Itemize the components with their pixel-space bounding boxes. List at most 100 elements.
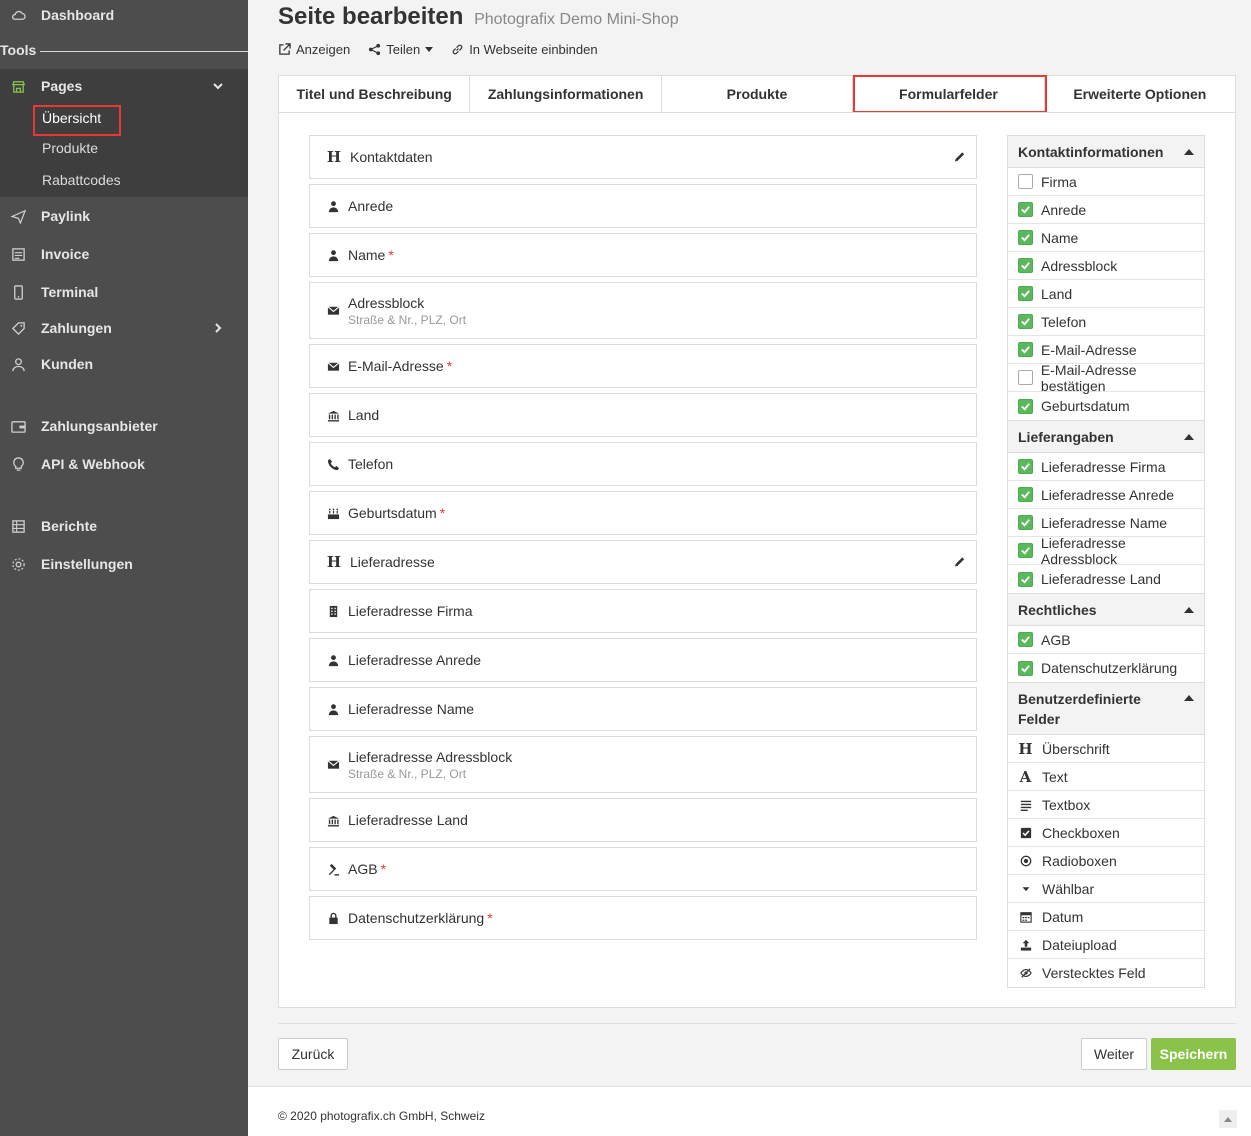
- nav-terminal[interactable]: Terminal: [0, 275, 248, 309]
- tab-produkte[interactable]: Produkte: [661, 76, 854, 112]
- checkbox[interactable]: [1018, 515, 1033, 530]
- custom-field-checkboxen[interactable]: Checkboxen: [1008, 819, 1204, 847]
- group-custom-header[interactable]: Benutzerdefinierte Felder: [1008, 683, 1204, 735]
- option-e-mail-adresse-bestaetigen[interactable]: E-Mail-Adresse bestätigen: [1008, 361, 1204, 394]
- custom-field-verstecktes-feld[interactable]: Verstecktes Feld: [1008, 959, 1204, 987]
- form-panel: H Kontaktdaten Anrede Name * Adressblock Straß…: [278, 112, 1236, 1008]
- form-field-telefon[interactable]: Telefon: [309, 442, 977, 486]
- group-recht-header[interactable]: Rechtliches: [1008, 594, 1204, 626]
- back-button[interactable]: Zurück: [278, 1038, 348, 1070]
- divider: [278, 1023, 1236, 1024]
- option-lieferadresse-firma[interactable]: Lieferadresse Firma: [1008, 453, 1204, 481]
- form-field-datenschutzerklaerung[interactable]: Datenschutzerklärung *: [309, 896, 977, 940]
- form-field-geburtsdatum[interactable]: Geburtsdatum *: [309, 491, 977, 535]
- caret-down-icon: [1018, 881, 1033, 896]
- option-lieferadresse-name[interactable]: Lieferadresse Name: [1008, 509, 1204, 537]
- nav-api-webhook[interactable]: API & Webhook: [0, 447, 248, 481]
- checkbox[interactable]: [1018, 543, 1033, 558]
- option-land[interactable]: Land: [1008, 280, 1204, 308]
- tab-erweiterte-optionen[interactable]: Erweiterte Optionen: [1044, 76, 1236, 112]
- checkbox[interactable]: [1018, 660, 1033, 676]
- form-field-e-mail-adresse[interactable]: E-Mail-Adresse *: [309, 344, 977, 388]
- option-datenschutzerklaerung[interactable]: Datenschutzerklärung: [1008, 654, 1204, 682]
- pencil-icon[interactable]: [953, 556, 966, 569]
- custom-field-radioboxen[interactable]: Radioboxen: [1008, 847, 1204, 875]
- form-field-lieferadresse-firma[interactable]: Lieferadresse Firma: [309, 589, 977, 633]
- checkbox[interactable]: [1018, 258, 1033, 273]
- nav-zahlungsanbieter[interactable]: Zahlungsanbieter: [0, 409, 248, 443]
- form-field-land[interactable]: Land: [309, 393, 977, 437]
- nav-einstellungen-label: Einstellungen: [41, 556, 133, 572]
- nav-dashboard[interactable]: Dashboard: [0, 0, 248, 32]
- einbinden-button[interactable]: In Webseite einbinden: [451, 42, 598, 57]
- form-field-adressblock[interactable]: Adressblock Straße & Nr., PLZ, Ort: [309, 282, 977, 339]
- checkbox[interactable]: [1018, 571, 1033, 587]
- checkbox[interactable]: [1018, 459, 1033, 474]
- tab-zahlungsinformationen[interactable]: Zahlungsinformationen: [470, 76, 662, 112]
- form-field-lieferadresse-name[interactable]: Lieferadresse Name: [309, 687, 977, 731]
- custom-field-waehlbar[interactable]: Wählbar: [1008, 875, 1204, 903]
- form-field-agb[interactable]: AGB *: [309, 847, 977, 891]
- checkbox[interactable]: [1018, 314, 1033, 329]
- nav-pages[interactable]: Pages: [0, 69, 248, 103]
- option-label: Lieferadresse Name: [1041, 514, 1168, 531]
- checkbox[interactable]: [1018, 632, 1033, 647]
- option-lieferadresse-anrede[interactable]: Lieferadresse Anrede: [1008, 481, 1204, 509]
- nav-einstellungen[interactable]: Einstellungen: [0, 547, 248, 581]
- option-lieferadresse-adressblock[interactable]: Lieferadresse Adressblock: [1008, 535, 1204, 567]
- custom-field-textbox[interactable]: Textbox: [1008, 791, 1204, 819]
- custom-field-ueberschrift[interactable]: H Überschrift: [1008, 735, 1204, 763]
- anzeigen-button[interactable]: Anzeigen: [278, 42, 350, 57]
- checkbox[interactable]: [1018, 487, 1033, 502]
- nav-berichte[interactable]: Berichte: [0, 509, 248, 543]
- nav-paylink[interactable]: Paylink: [0, 199, 248, 233]
- option-geburtsdatum[interactable]: Geburtsdatum: [1008, 392, 1204, 420]
- option-e-mail-adresse[interactable]: E-Mail-Adresse: [1008, 336, 1204, 364]
- option-agb[interactable]: AGB: [1008, 626, 1204, 654]
- next-button[interactable]: Weiter: [1081, 1038, 1147, 1070]
- option-lieferadresse-land[interactable]: Lieferadresse Land: [1008, 565, 1204, 593]
- nav-kunden[interactable]: Kunden: [0, 347, 248, 381]
- nav-invoice[interactable]: Invoice: [0, 237, 248, 271]
- form-field-lieferadresse-adressblock[interactable]: Lieferadresse Adressblock Straße & Nr., P…: [309, 736, 977, 793]
- save-button[interactable]: Speichern: [1151, 1038, 1236, 1070]
- scroll-top-button[interactable]: [1219, 1110, 1237, 1128]
- custom-field-text[interactable]: A Text: [1008, 763, 1204, 791]
- bank-icon: [326, 408, 340, 422]
- form-field-anrede[interactable]: Anrede: [309, 184, 977, 228]
- custom-field-dateiupload[interactable]: Dateiupload: [1008, 931, 1204, 959]
- checkbox[interactable]: [1018, 286, 1033, 301]
- tab-titel[interactable]: Titel und Beschreibung: [279, 76, 471, 112]
- checkbox[interactable]: [1018, 342, 1033, 357]
- group-kontakt-title: Kontaktinformationen: [1018, 143, 1164, 160]
- field-label-row: AGB *: [348, 861, 386, 877]
- checkbox[interactable]: [1018, 202, 1033, 217]
- form-field-lieferadresse-land[interactable]: Lieferadresse Land: [309, 798, 977, 842]
- nav-pages-rabattcodes[interactable]: Rabattcodes: [42, 172, 121, 188]
- teilen-dropdown[interactable]: Teilen: [368, 42, 434, 57]
- group-custom-title-line2: Felder: [1018, 710, 1061, 727]
- option-anrede[interactable]: Anrede: [1008, 196, 1204, 224]
- checkbox[interactable]: [1018, 370, 1033, 385]
- group-liefer-header[interactable]: Lieferangaben: [1008, 421, 1204, 453]
- custom-field-datum[interactable]: Datum: [1008, 903, 1204, 931]
- form-field-kontaktdaten[interactable]: H Kontaktdaten: [309, 135, 977, 179]
- nav-zahlungen[interactable]: Zahlungen: [0, 311, 248, 345]
- pencil-icon[interactable]: [953, 151, 966, 164]
- group-kontakt-header[interactable]: Kontaktinformationen: [1008, 136, 1204, 168]
- form-field-name[interactable]: Name *: [309, 233, 977, 277]
- option-firma[interactable]: Firma: [1008, 168, 1204, 196]
- nav-pages-produkte[interactable]: Produkte: [42, 140, 98, 156]
- checkbox[interactable]: [1018, 398, 1033, 414]
- option-name[interactable]: Name: [1008, 224, 1204, 252]
- eye-slash-icon: [1018, 966, 1033, 981]
- checkbox[interactable]: [1018, 174, 1033, 189]
- option-adressblock[interactable]: Adressblock: [1008, 252, 1204, 280]
- option-label: E-Mail-Adresse bestätigen: [1040, 361, 1137, 394]
- required-marker: *: [380, 861, 387, 877]
- chevron-right-icon: [212, 311, 224, 345]
- checkbox[interactable]: [1018, 230, 1033, 245]
- form-field-lieferadresse-anrede[interactable]: Lieferadresse Anrede: [309, 638, 977, 682]
- option-telefon[interactable]: Telefon: [1008, 308, 1204, 336]
- form-field-lieferadresse[interactable]: H Lieferadresse: [309, 540, 977, 584]
